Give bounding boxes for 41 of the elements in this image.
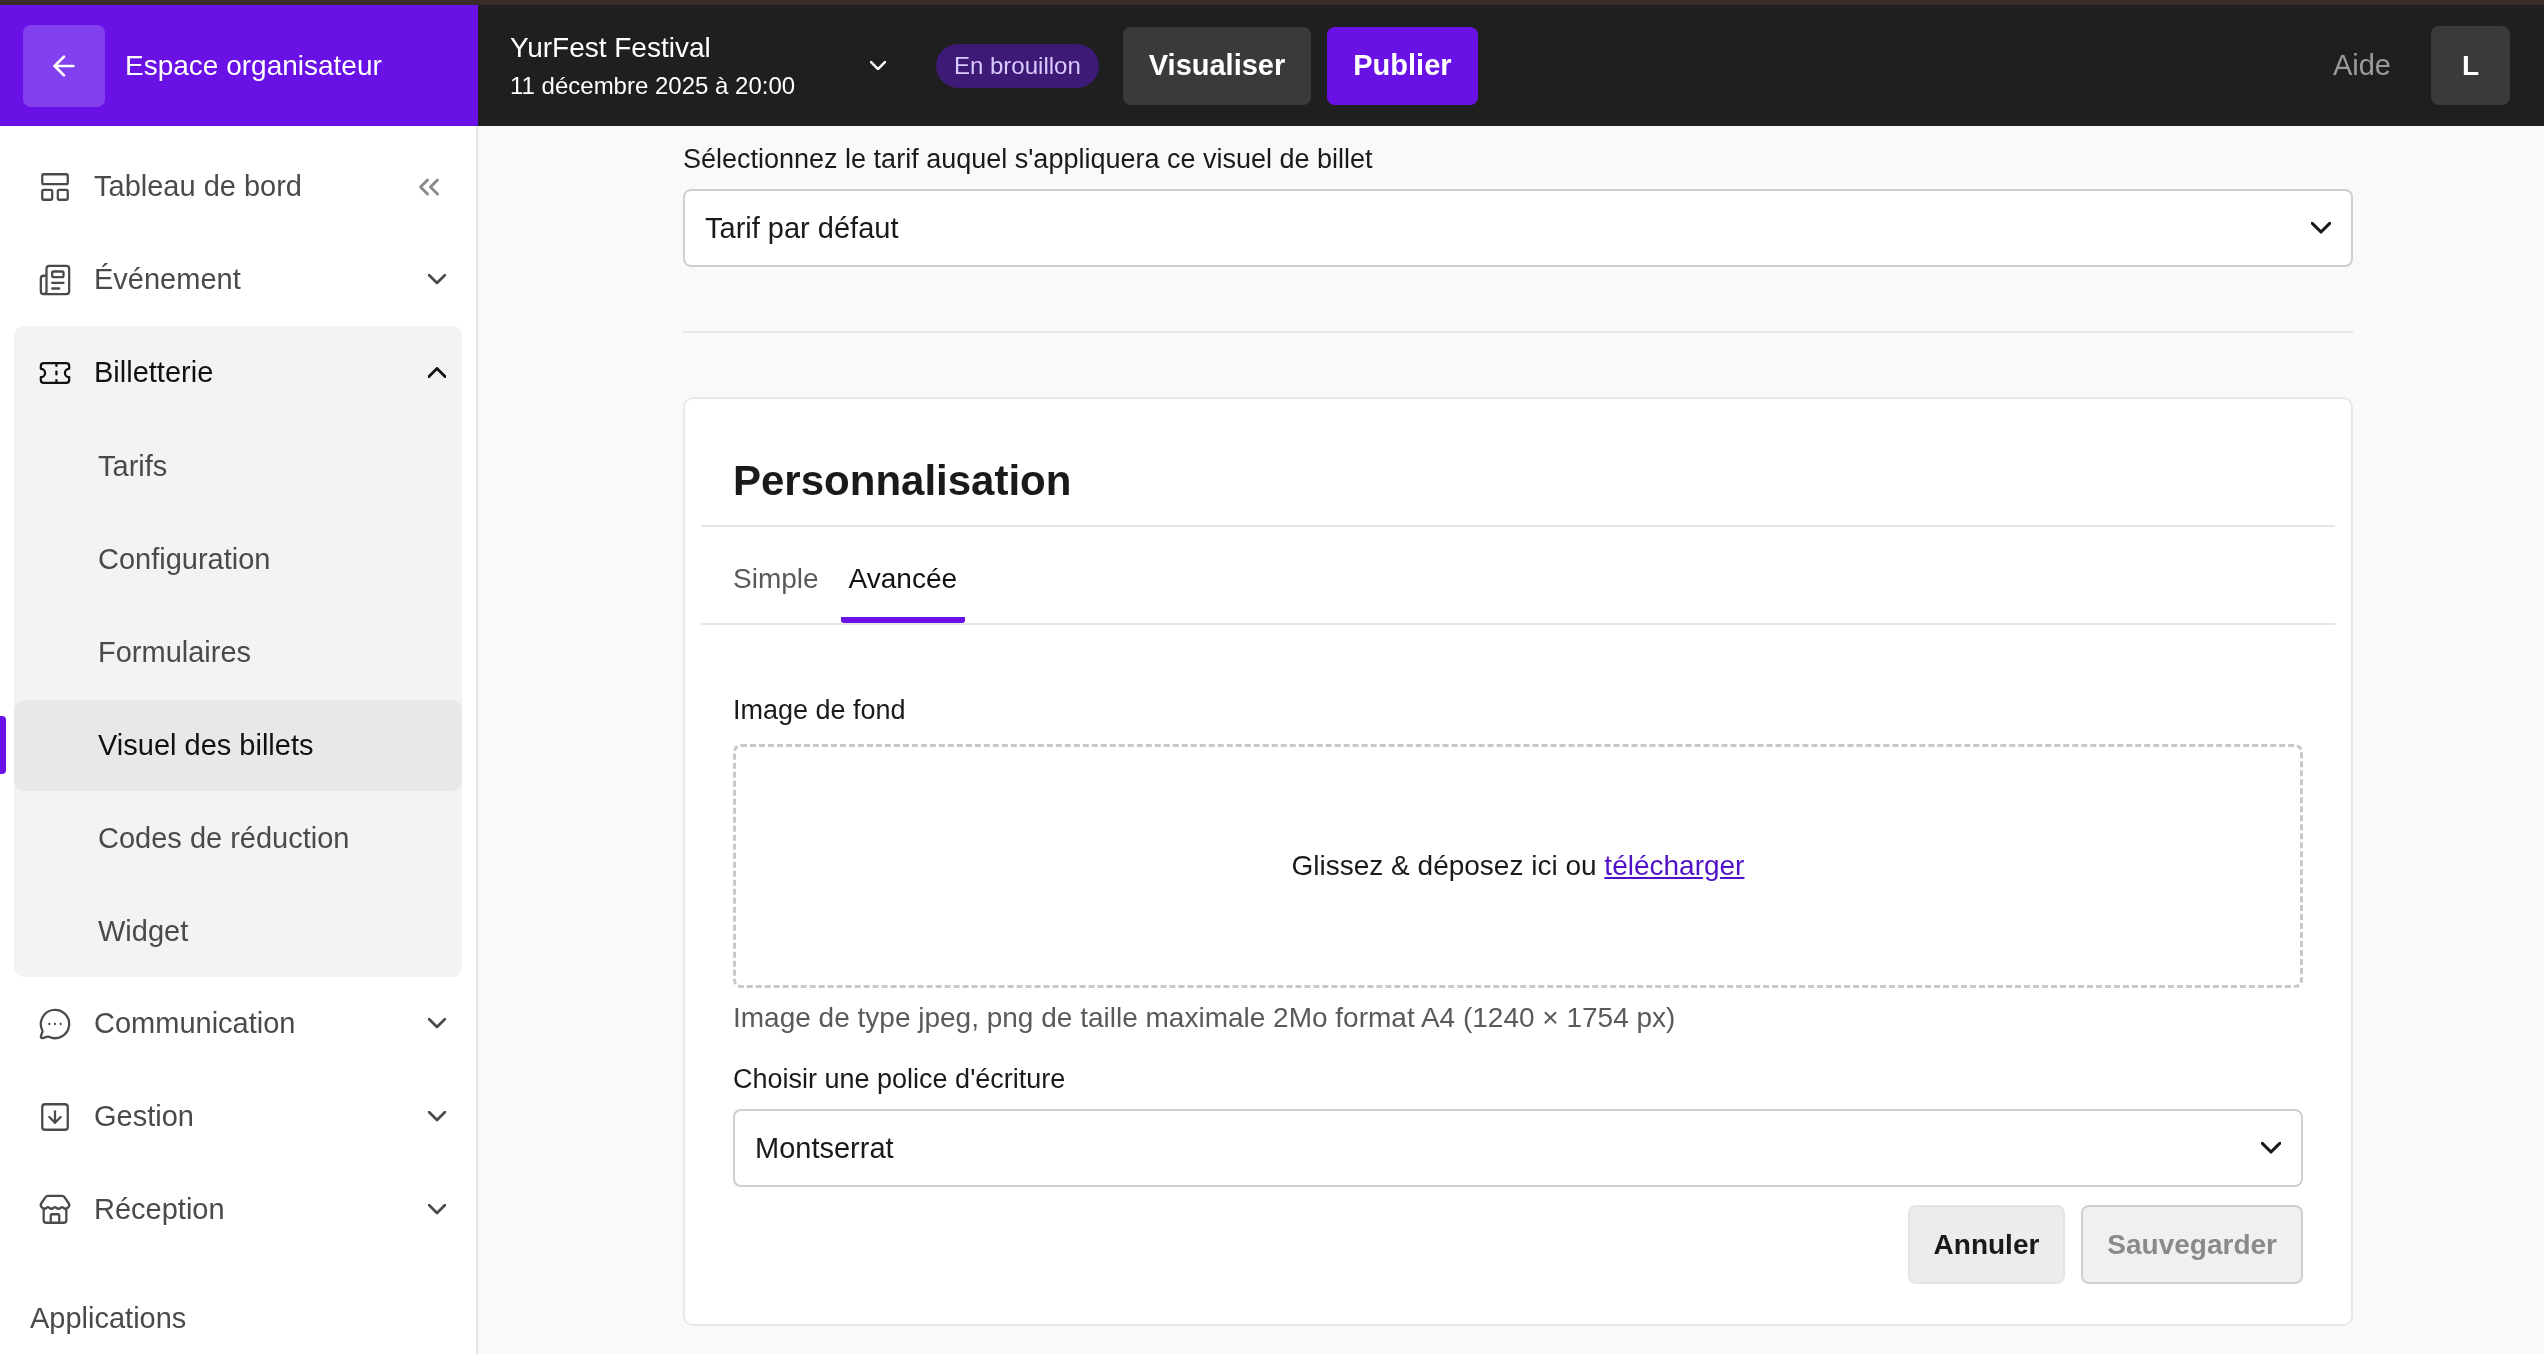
hint-text: Image de type jpeg, png de taille maximale 2Mo format A4 (1240 × 1754 px) [733,1002,1677,1034]
sidebar-item[interactable]: Gestion [14,1070,462,1163]
chevron-down-icon [428,1018,446,1029]
tarif-select[interactable]: Tarif par défaut [683,189,2353,267]
sidebar-item[interactable]: Événement [14,233,462,326]
font-select[interactable]: Montserrat [733,1109,2303,1187]
cancel-button[interactable]: Annuler [1907,1205,2066,1284]
chevron-down-icon [428,1111,446,1122]
chevron-down-icon [428,274,446,285]
preview-button[interactable]: Visualiser [1122,26,1312,105]
status-badge: En brouillon [936,43,1099,88]
section-heading: Applications [29,1302,188,1335]
avatar-button[interactable]: L [2431,26,2510,105]
dropzone-text: Glissez & déposez ici ou télécharger [1291,850,1745,882]
publish-button[interactable]: Publier [1327,26,1478,105]
sidebar-item[interactable]: Réception [14,1163,462,1256]
event-title: YurFest Festival [510,31,712,64]
store-icon [38,1192,72,1227]
tab[interactable]: Avancée [840,527,966,623]
upload-link[interactable]: télécharger [1604,850,1745,881]
field-label: Choisir une police d'écriture [733,1064,1067,1095]
field-label: Sélectionnez le tarif auquel s'appliquera ce visuel de billet [683,144,1374,175]
chevron-down-icon [2261,1142,2281,1154]
newspaper-icon [38,262,72,297]
chat-bubble-icon [38,1006,72,1041]
card-title: Personnalisation [733,457,1073,505]
chevron-up-icon [428,367,446,378]
event-date: 11 décembre 2025 à 20:00 [510,71,797,100]
tab[interactable]: Simple [725,527,827,623]
field-label: Image de fond [733,695,907,726]
active-indicator [0,716,6,774]
dropzone[interactable]: Glissez & déposez ici ou télécharger [733,744,2303,988]
help-link[interactable]: Aide [2332,49,2391,82]
sidebar-item[interactable]: Communication [14,977,462,1070]
chevron-down-icon [428,1204,446,1215]
back-button[interactable] [23,24,105,107]
sidebar-item[interactable]: Billetterie [14,326,462,419]
chevron-down-icon [2311,222,2331,234]
workspace-title: Espace organisateur [125,49,382,82]
chevron-down-icon [870,60,886,71]
sidebar-item[interactable]: Tableau de bord [14,140,462,233]
